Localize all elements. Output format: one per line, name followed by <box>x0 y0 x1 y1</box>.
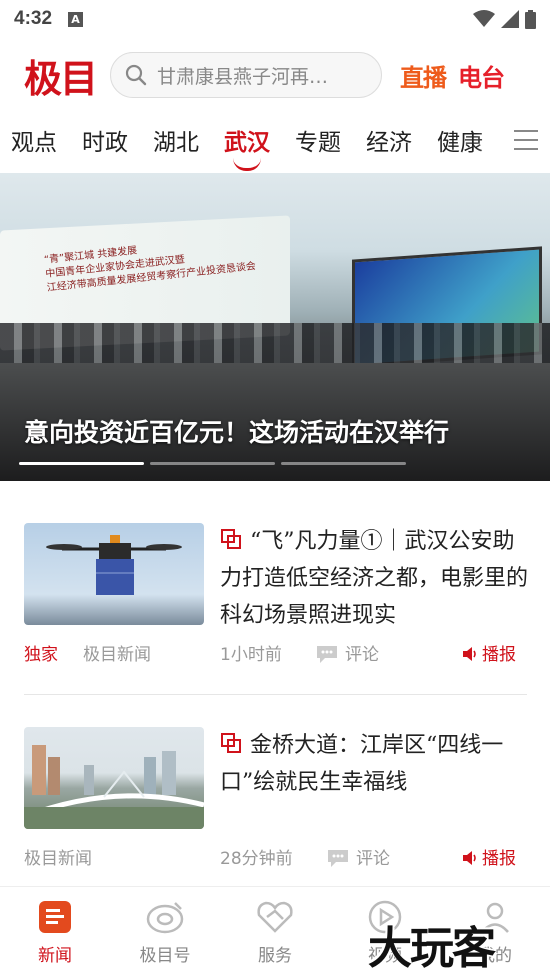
live-button[interactable]: 直播 <box>400 58 447 93</box>
news-icon <box>39 901 71 933</box>
news-title: “飞”凡力量①｜武汉公安助力打造低空经济之都，电影里的科幻场景照进现实 <box>220 529 529 628</box>
tab-economy[interactable]: 经济 <box>366 123 412 157</box>
watermark: 大玩客 <box>368 923 496 974</box>
headline-banner[interactable]: “青”聚江城 共建发展 中国青年企业家协会走进武汉暨 江经济带高质量发展经贸考察… <box>0 173 550 481</box>
comment-icon <box>317 646 337 663</box>
nav-label: 极目号 <box>139 946 191 966</box>
news-source: 极目新闻 <box>83 645 151 665</box>
broadcast-button[interactable]: 播报 <box>462 640 516 665</box>
news-item[interactable]: 金桥大道：江岸区“四线一口”绘就民生幸福线 极目新闻 28分钟前 评论 播报 <box>24 727 529 872</box>
news-time: 28分钟前 <box>220 849 293 869</box>
radio-button[interactable]: 电台 <box>458 58 505 93</box>
comment-button[interactable]: 评论 <box>326 844 390 869</box>
search-icon <box>125 64 147 86</box>
tab-special[interactable]: 专题 <box>295 123 341 157</box>
news-item[interactable]: “飞”凡力量①｜武汉公安助力打造低空经济之都，电影里的科幻场景照进现实 独家 极… <box>24 523 529 668</box>
tab-politics[interactable]: 时政 <box>82 123 128 157</box>
news-meta: 极目新闻 28分钟前 评论 播报 <box>24 844 529 869</box>
notification-icon: A <box>68 11 84 27</box>
jimu-hao-icon <box>146 902 184 934</box>
topic-icon <box>221 733 241 753</box>
status-time: 4:32 <box>14 8 53 29</box>
speaker-icon <box>463 647 476 661</box>
divider <box>24 694 527 695</box>
channel-menu-icon[interactable] <box>514 130 538 157</box>
speaker-icon <box>463 851 476 865</box>
app-header: 极目 甘肃康县燕子河再… 直播 电台 <box>0 40 550 110</box>
tab-hubei[interactable]: 湖北 <box>153 123 199 157</box>
tab-opinion[interactable]: 观点 <box>11 123 57 157</box>
banner-pager <box>19 462 406 465</box>
topic-icon <box>221 529 241 549</box>
status-bar: 4:32 A <box>0 0 550 38</box>
app-logo[interactable]: 极目 <box>24 48 98 103</box>
news-meta: 独家 极目新闻 1小时前 评论 播报 <box>24 640 529 665</box>
city-image <box>24 745 204 829</box>
news-title: 金桥大道：江岸区“四线一口”绘就民生幸福线 <box>220 733 504 795</box>
drone-image <box>46 535 182 595</box>
tab-wuhan[interactable]: 武汉 <box>224 123 270 171</box>
channel-tabs: 观点 时政 湖北 武汉 专题 经济 健康 <box>0 112 550 171</box>
news-time: 1小时前 <box>220 645 282 665</box>
signal-icon <box>501 10 519 28</box>
news-source: 极目新闻 <box>24 849 92 869</box>
comment-icon <box>328 850 348 867</box>
wifi-icon <box>473 10 495 27</box>
exclusive-badge: 独家 <box>24 645 58 665</box>
comment-button[interactable]: 评论 <box>315 640 379 665</box>
news-thumbnail <box>24 727 204 829</box>
search-placeholder: 甘肃康县燕子河再… <box>157 65 329 88</box>
battery-icon <box>525 9 536 29</box>
nav-jimu-hao[interactable]: 极目号 <box>110 887 220 979</box>
tab-fade <box>476 112 506 168</box>
nav-label: 服务 <box>258 946 292 966</box>
banner-caption: 意向投资近百亿元！这场活动在汉举行 <box>24 418 450 447</box>
news-thumbnail <box>24 523 204 625</box>
service-icon <box>257 901 293 933</box>
search-input[interactable]: 甘肃康县燕子河再… <box>110 52 383 98</box>
nav-label: 新闻 <box>38 946 72 966</box>
broadcast-button[interactable]: 播报 <box>462 844 516 869</box>
nav-service[interactable]: 服务 <box>220 887 330 979</box>
nav-news[interactable]: 新闻 <box>0 887 110 979</box>
